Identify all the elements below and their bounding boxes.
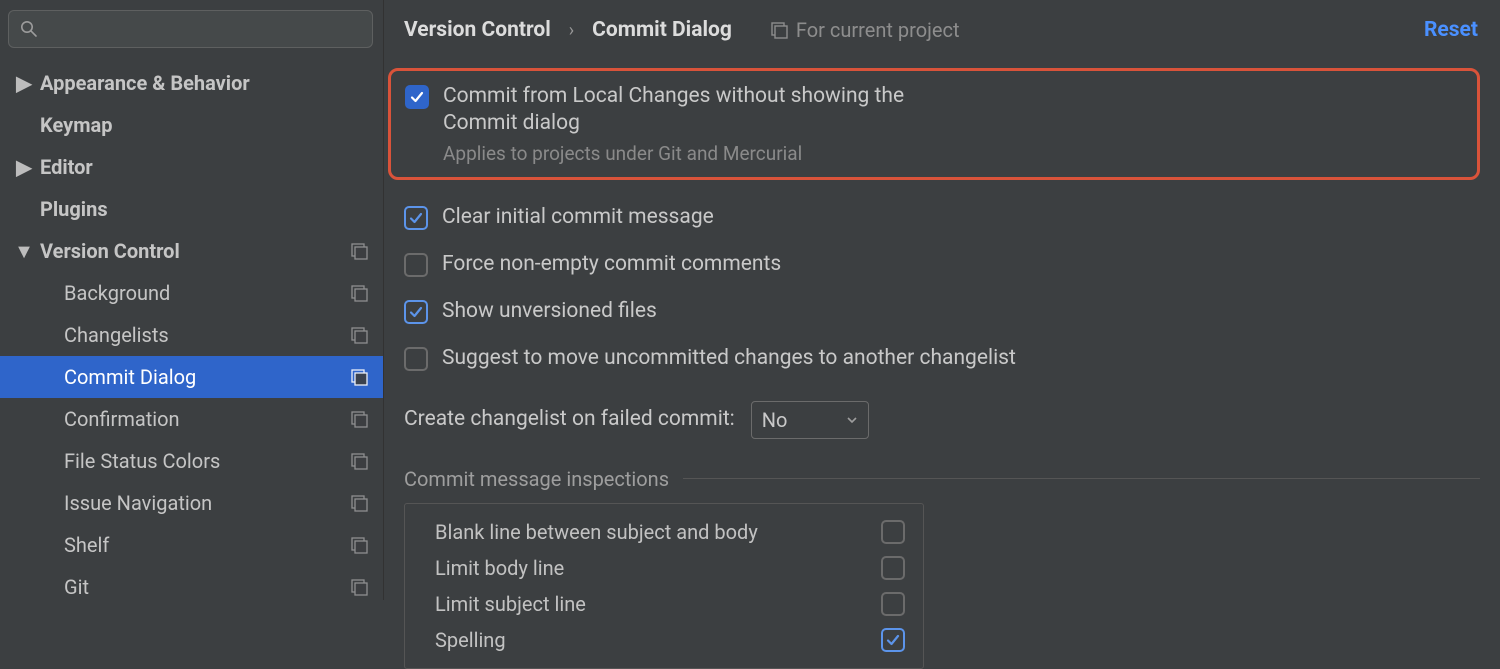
separator: [683, 478, 1480, 479]
sidebar-item-git[interactable]: Git: [0, 566, 383, 600]
inspection-label: Spelling: [435, 628, 506, 652]
sidebar-item-shelf[interactable]: Shelf: [0, 524, 383, 566]
highlighted-option: Commit from Local Changes without showin…: [388, 68, 1480, 180]
sidebar-item-file-status-colors[interactable]: File Status Colors: [0, 440, 383, 482]
chevron-down-icon: ▼: [14, 239, 34, 264]
project-scope-icon: [345, 578, 373, 596]
option-sublabel: Applies to projects under Git and Mercur…: [443, 142, 937, 165]
inspection-row[interactable]: Limit subject line: [435, 586, 905, 622]
sidebar-item-label: File Status Colors: [64, 449, 345, 473]
sidebar-item-changelists[interactable]: Changelists: [0, 314, 383, 356]
for-current-project-label: For current project: [770, 18, 960, 42]
sidebar-item-confirmation[interactable]: Confirmation: [0, 398, 383, 440]
inspection-row[interactable]: Blank line between subject and body: [435, 514, 905, 550]
inspection-row[interactable]: Limit body line: [435, 550, 905, 586]
inspection-checkbox[interactable]: [881, 556, 905, 580]
commit-message-inspections-group: Commit message inspections Blank line be…: [404, 467, 1480, 669]
option-label: Force non-empty commit comments: [442, 251, 781, 278]
inspection-label: Limit subject line: [435, 592, 586, 616]
sidebar-item-label: Appearance & Behavior: [40, 71, 373, 95]
settings-tree: ▶Appearance & BehaviorKeymap▶EditorPlugi…: [0, 56, 383, 600]
fieldset-legend-label: Commit message inspections: [404, 467, 669, 491]
project-scope-icon: [345, 494, 373, 512]
sidebar-item-label: Background: [64, 281, 345, 305]
inspection-row[interactable]: Spelling: [435, 622, 905, 658]
sidebar-item-plugins[interactable]: Plugins: [0, 188, 383, 230]
chevron-down-icon: [846, 414, 858, 426]
sidebar-item-label: Version Control: [40, 239, 345, 263]
sidebar-item-label: Shelf: [64, 533, 345, 557]
settings-sidebar: ▶Appearance & BehaviorKeymap▶EditorPlugi…: [0, 0, 384, 600]
sidebar-item-version-control[interactable]: ▼Version Control: [0, 230, 383, 272]
create-changelist-dropdown[interactable]: No: [751, 401, 869, 439]
sidebar-item-label: Confirmation: [64, 407, 345, 431]
sidebar-item-appearance-behavior[interactable]: ▶Appearance & Behavior: [0, 62, 383, 104]
inspection-checkbox[interactable]: [881, 520, 905, 544]
sidebar-item-label: Issue Navigation: [64, 491, 345, 515]
sidebar-item-label: Plugins: [40, 197, 373, 221]
inspection-label: Limit body line: [435, 556, 564, 580]
checkbox-clear-initial-msg[interactable]: [404, 206, 428, 230]
project-scope-icon: [345, 326, 373, 344]
project-scope-icon: [345, 242, 373, 260]
project-scope-icon: [345, 284, 373, 302]
create-changelist-label: Create changelist on failed commit:: [404, 406, 735, 433]
settings-panel: Version Control › Commit Dialog For curr…: [384, 0, 1500, 600]
option-label: Clear initial commit message: [442, 204, 714, 231]
search-input[interactable]: [8, 10, 373, 48]
sidebar-item-commit-dialog[interactable]: Commit Dialog: [0, 356, 383, 398]
sidebar-item-label: Git: [64, 575, 345, 599]
reset-button[interactable]: Reset: [1424, 18, 1478, 42]
project-scope-icon: [345, 410, 373, 428]
sidebar-item-label: Commit Dialog: [64, 365, 345, 389]
inspection-checkbox[interactable]: [881, 592, 905, 616]
option-label: Commit from Local Changes without showin…: [443, 83, 937, 138]
project-scope-icon: [345, 452, 373, 470]
project-scope-icon: [345, 536, 373, 554]
chevron-right-icon: ▶: [14, 71, 34, 95]
sidebar-item-label: Keymap: [40, 113, 373, 137]
sidebar-item-label: Editor: [40, 155, 373, 179]
sidebar-item-background[interactable]: Background: [0, 272, 383, 314]
sidebar-item-issue-navigation[interactable]: Issue Navigation: [0, 482, 383, 524]
search-icon: [19, 19, 39, 39]
sidebar-item-keymap[interactable]: Keymap: [0, 104, 383, 146]
inspection-label: Blank line between subject and body: [435, 520, 758, 544]
checkbox-commit-from-local[interactable]: [405, 85, 429, 109]
option-label: Show unversioned files: [442, 298, 657, 325]
chevron-right-icon: ▶: [14, 155, 34, 179]
crumb-commit-dialog: Commit Dialog: [592, 18, 732, 42]
option-label: Suggest to move uncommitted changes to a…: [442, 345, 1016, 372]
checkbox-force-nonempty[interactable]: [404, 253, 428, 277]
checkbox-suggest-move[interactable]: [404, 347, 428, 371]
breadcrumb: Version Control › Commit Dialog For curr…: [404, 18, 1480, 42]
project-scope-icon: [770, 21, 788, 39]
sidebar-item-editor[interactable]: ▶Editor: [0, 146, 383, 188]
chevron-right-icon: ›: [569, 20, 574, 41]
crumb-version-control[interactable]: Version Control: [404, 18, 551, 42]
inspection-checkbox[interactable]: [881, 628, 905, 652]
project-scope-icon: [345, 368, 373, 386]
checkbox-show-unversioned[interactable]: [404, 300, 428, 324]
sidebar-item-label: Changelists: [64, 323, 345, 347]
